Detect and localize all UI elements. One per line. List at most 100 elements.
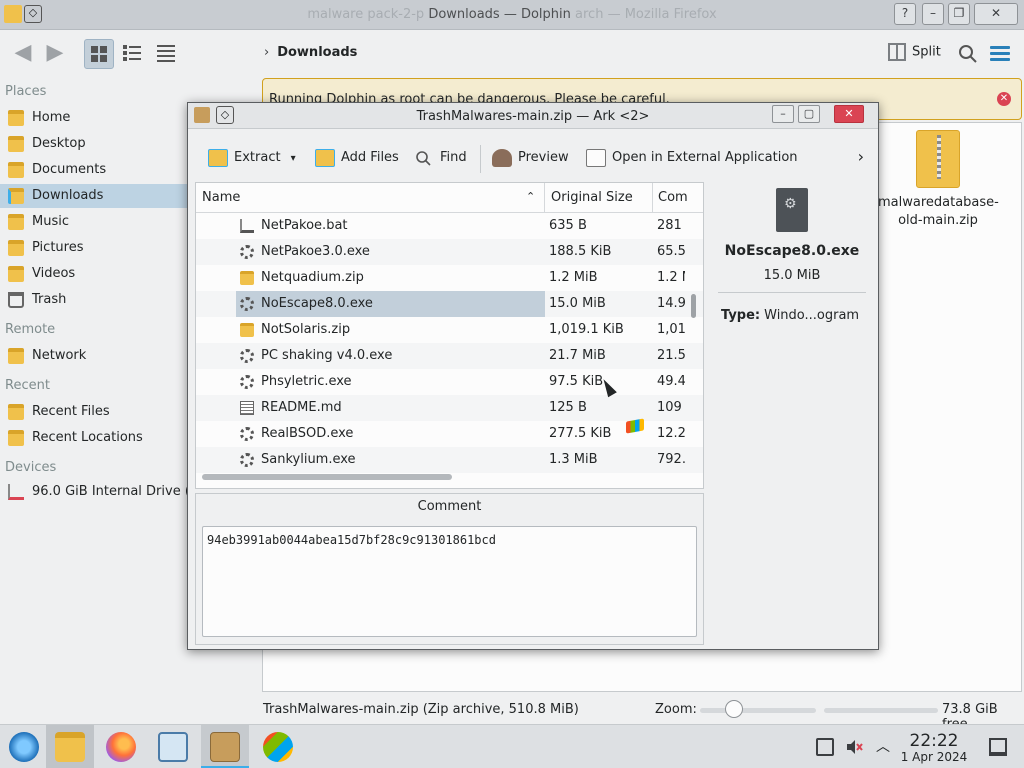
hamburger-menu-icon[interactable] [990, 46, 1010, 62]
comment-field[interactable]: 94eb3991ab0044abea15d7bf28c9c91301861bcd [202, 526, 697, 637]
ark-window: ◇ TrashMalwares-main.zip — Ark <2> – ▢ ✕… [187, 102, 879, 650]
table-row[interactable]: NotSolaris.zip 1,019.1 KiB 1,019.1 KiB [196, 317, 703, 343]
place-documents[interactable]: Documents [0, 158, 196, 182]
close-warning-icon[interactable]: ✕ [997, 92, 1011, 106]
trash-icon [8, 292, 24, 308]
column-original-size[interactable]: Original Size [551, 190, 633, 205]
column-divider[interactable] [544, 183, 545, 213]
archive-file-list[interactable]: Name ⌃ Original Size Com NetPakoe.bat 635… [195, 182, 704, 489]
task-ark[interactable] [201, 725, 249, 768]
file-original-size: 97.5 KiB [549, 374, 604, 389]
column-compressed[interactable]: Com [658, 190, 688, 205]
file-original-size: 635 B [549, 218, 587, 233]
place-videos[interactable]: Videos [0, 262, 196, 286]
table-row[interactable]: Netquadium.zip 1.2 MiB 1.2 MiB [196, 265, 703, 291]
forward-arrow-icon[interactable]: ▶ [42, 40, 68, 66]
info-panel: NoEscape8.0.exe 15.0 MiB Type:Windo...og… [712, 182, 872, 492]
file-item-zip[interactable]: malwaredatabase- old-main.zip [878, 130, 999, 230]
file-compressed-size: 281 B [657, 218, 685, 233]
place-label: Documents [32, 162, 107, 177]
task-file-manager[interactable] [46, 725, 94, 768]
taskbar: ︿ 22:22 1 Apr 2024 [0, 724, 1024, 768]
start-menu-icon [9, 732, 39, 762]
search-icon[interactable] [958, 44, 978, 64]
table-row[interactable]: NetPakoe.bat 635 B 281 B [196, 213, 703, 239]
horizontal-scrollbar[interactable] [202, 474, 452, 480]
title-text: Downloads — Dolphin [428, 7, 571, 22]
file-original-size: 277.5 KiB [549, 426, 612, 441]
task-windows[interactable] [254, 725, 302, 768]
place-music[interactable]: Music [0, 210, 196, 234]
sort-up-icon[interactable]: ⌃ [526, 190, 535, 203]
start-menu-button[interactable] [0, 725, 48, 768]
place-label: Recent Locations [32, 430, 143, 445]
table-row[interactable]: Sankylium.exe 1.3 MiB 792.2 KiB [196, 447, 703, 473]
place-pictures[interactable]: Pictures [0, 236, 196, 260]
comment-heading: Comment [417, 499, 482, 514]
find-button[interactable]: Find [414, 147, 467, 169]
maximize-button[interactable]: ❐ [948, 3, 970, 25]
file-compressed-size: 21.5 MiB [657, 348, 685, 363]
place-recent-files[interactable]: Recent Files [0, 400, 196, 424]
open-external-icon [586, 149, 606, 167]
column-name[interactable]: Name [202, 190, 240, 205]
ark-maximize-button[interactable]: ▢ [798, 105, 820, 123]
clock[interactable]: 22:22 1 Apr 2024 [898, 732, 970, 765]
file-compressed-size: 14.9 MiB [657, 296, 685, 311]
column-divider[interactable] [652, 183, 653, 213]
table-row[interactable]: README.md 125 B 109 B [196, 395, 703, 421]
comment-panel: Comment 94eb3991ab0044abea15d7bf28c9c913… [195, 493, 704, 645]
zip-icon [240, 271, 254, 285]
toolbar-separator [480, 145, 481, 173]
close-button[interactable]: ✕ [974, 3, 1018, 25]
place-trash[interactable]: Trash [0, 288, 196, 312]
file-original-size: 1.2 MiB [549, 270, 598, 285]
place-home[interactable]: Home [0, 106, 196, 130]
clipboard-icon[interactable] [816, 738, 834, 756]
section-remote: Remote [5, 322, 56, 337]
file-name-line1: malwaredatabase- [878, 195, 999, 210]
windows-icon [263, 732, 293, 762]
preview-icon [492, 149, 512, 167]
table-row[interactable]: NoEscape8.0.exe 15.0 MiB 14.9 MiB [196, 291, 703, 317]
back-arrow-icon[interactable]: ◀ [10, 40, 36, 66]
file-name: PC shaking v4.0.exe [261, 348, 393, 363]
table-row[interactable]: Phsyletric.exe 97.5 KiB 49.4 KiB [196, 369, 703, 395]
file-compressed-size: 792.2 KiB [657, 452, 685, 467]
place-downloads[interactable]: Downloads [0, 184, 196, 208]
details-view-button[interactable] [152, 39, 182, 69]
place-internal-drive[interactable]: 96.0 GiB Internal Drive (sd [0, 480, 196, 504]
add-files-button[interactable]: Add Files [315, 147, 399, 169]
table-row[interactable]: NetPakoe3.0.exe 188.5 KiB 65.5 KiB [196, 239, 703, 265]
show-desktop-icon[interactable] [989, 738, 1007, 756]
table-row[interactable]: PC shaking v4.0.exe 21.7 MiB 21.5 MiB [196, 343, 703, 369]
place-label: Network [32, 348, 87, 363]
extract-button[interactable]: Extract ▾ [208, 147, 296, 169]
task-firefox[interactable] [97, 725, 145, 768]
zoom-slider-handle[interactable] [725, 700, 743, 718]
ark-close-button[interactable]: ✕ [834, 105, 864, 123]
icons-view-button[interactable] [84, 39, 114, 69]
minimize-button[interactable]: – [922, 3, 944, 25]
ark-minimize-button[interactable]: – [772, 105, 794, 123]
breadcrumb[interactable]: › Downloads [264, 45, 357, 60]
place-recent-locations[interactable]: Recent Locations [0, 426, 196, 450]
place-network[interactable]: Network [0, 344, 196, 368]
zoom-slider[interactable] [700, 708, 816, 713]
chevron-up-icon[interactable]: ︿ [874, 738, 892, 756]
preview-button[interactable]: Preview [492, 147, 569, 169]
place-desktop[interactable]: Desktop [0, 132, 196, 156]
vertical-scrollbar[interactable] [691, 294, 696, 318]
help-button[interactable]: ? [894, 3, 916, 25]
compact-view-button[interactable] [118, 39, 148, 69]
executable-file-icon [776, 188, 808, 232]
recent-files-icon [8, 404, 24, 420]
chevron-right-icon[interactable]: › [858, 147, 864, 166]
breadcrumb-downloads[interactable]: Downloads [277, 45, 357, 60]
chevron-down-icon[interactable]: ▾ [291, 153, 296, 164]
system-settings-icon [158, 732, 188, 762]
open-external-button[interactable]: Open in External Application [586, 147, 798, 169]
split-button[interactable]: Split [888, 43, 941, 65]
task-system-settings[interactable] [149, 725, 197, 768]
volume-muted-icon[interactable] [845, 738, 863, 756]
